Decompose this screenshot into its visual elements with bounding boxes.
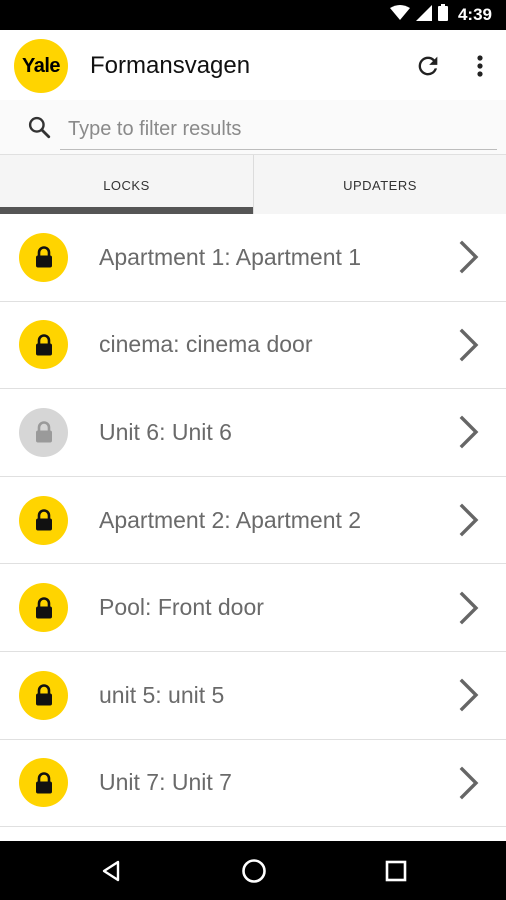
battery-icon xyxy=(437,4,448,26)
tab-locks-label: LOCKS xyxy=(103,177,150,193)
chevron-right-icon xyxy=(458,678,482,712)
tab-indicator xyxy=(0,207,253,214)
chevron-right-icon xyxy=(458,766,482,800)
lock-icon xyxy=(19,583,68,633)
recents-icon xyxy=(385,860,407,882)
lock-list-item[interactable]: Pool: Front door xyxy=(0,564,506,652)
chevron-right-icon xyxy=(458,240,482,274)
app-bar: Yale Formansvagen xyxy=(0,30,506,100)
page-title: Formansvagen xyxy=(90,52,251,79)
lock-name: Pool: Front door xyxy=(99,594,264,621)
lock-name: Unit 7: Unit 7 xyxy=(99,769,232,796)
yale-logo: Yale xyxy=(14,39,68,93)
lock-list-item[interactable]: Unit 6: Unit 6 xyxy=(0,389,506,477)
lock-name: Apartment 1: Apartment 1 xyxy=(99,243,362,270)
signal-icon xyxy=(415,4,432,26)
lock-name: Apartment 2: Apartment 2 xyxy=(99,506,362,533)
refresh-button[interactable] xyxy=(410,48,446,84)
wifi-icon xyxy=(389,4,410,26)
tab-updaters-label: UPDATERS xyxy=(343,177,417,193)
lock-list-item[interactable]: Apartment 1: Apartment 1 xyxy=(0,214,506,302)
lock-name: Unit 6: Unit 6 xyxy=(99,418,232,445)
chevron-right-icon xyxy=(458,415,482,449)
tab-updaters[interactable]: UPDATERS xyxy=(253,155,506,215)
lock-name: unit 5: unit 5 xyxy=(99,681,225,708)
logo-text: Yale xyxy=(21,54,61,77)
back-icon xyxy=(102,860,120,882)
lock-list-item[interactable]: cinema: cinema door xyxy=(0,302,506,390)
lock-list-item[interactable]: Apartment 2: Apartment 2 xyxy=(0,477,506,565)
lock-list: Apartment 1: Apartment 1 cinema: cinema d… xyxy=(0,214,506,841)
lock-icon xyxy=(19,320,68,370)
home-button[interactable] xyxy=(238,855,270,887)
status-time: 4:39 xyxy=(457,5,492,24)
refresh-icon xyxy=(418,56,438,76)
navigation-bar xyxy=(0,841,506,900)
chevron-right-icon xyxy=(458,591,482,625)
status-bar: 4:39 xyxy=(0,0,506,30)
lock-list-item[interactable]: unit 5: unit 5 xyxy=(0,652,506,740)
lock-icon xyxy=(19,495,68,545)
chevron-right-icon xyxy=(458,328,482,362)
status-icons: 4:39 xyxy=(389,0,492,30)
recents-button[interactable] xyxy=(380,855,412,887)
lock-icon xyxy=(19,407,68,457)
lock-icon xyxy=(19,670,68,720)
back-button[interactable] xyxy=(95,855,127,887)
tab-bar: LOCKS UPDATERS xyxy=(0,154,506,215)
lock-name: cinema: cinema door xyxy=(99,331,313,358)
home-icon xyxy=(242,859,266,883)
lock-icon xyxy=(19,232,68,282)
lock-icon xyxy=(19,758,68,808)
search-icon xyxy=(26,114,52,140)
chevron-right-icon xyxy=(458,503,482,537)
lock-list-item[interactable]: Unit 7: Unit 7 xyxy=(0,740,506,828)
more-vert-icon xyxy=(477,55,483,77)
search-bar xyxy=(0,100,506,154)
search-input[interactable] xyxy=(60,110,497,150)
tab-locks[interactable]: LOCKS xyxy=(0,155,253,215)
more-options-button[interactable] xyxy=(464,48,496,84)
